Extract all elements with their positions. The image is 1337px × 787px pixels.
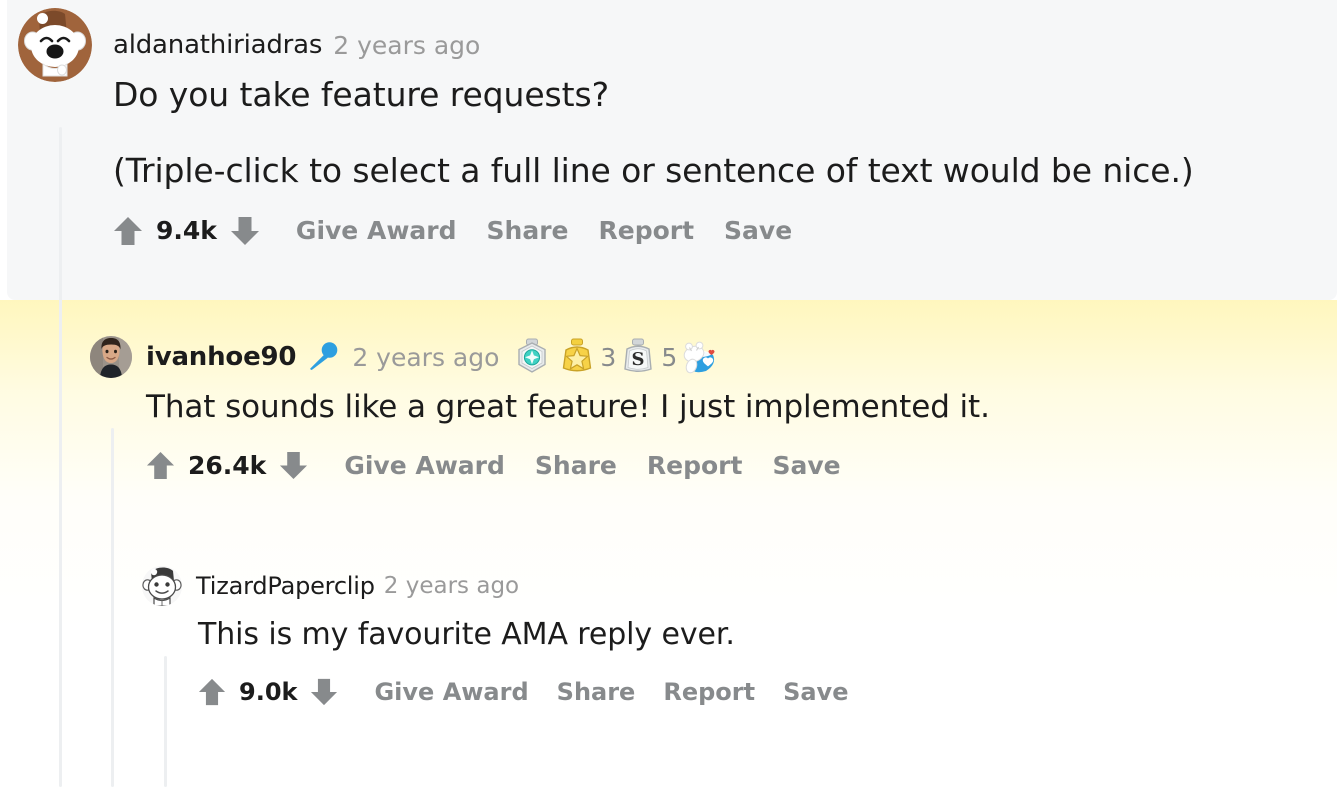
comment-2: ivanhoe90 2 years ago 3 S 5 That sounds …: [90, 336, 1320, 481]
share-button[interactable]: Share: [535, 451, 617, 480]
comment-score: 9.0k: [239, 677, 298, 706]
comment-paragraph: This is my favourite AMA reply ever.: [198, 617, 735, 652]
silver-award-icon[interactable]: S: [621, 338, 655, 376]
comment-3: TizardPaperclip 2 years ago This is my f…: [142, 566, 1322, 707]
report-button[interactable]: Report: [663, 678, 755, 706]
comment-timestamp: 2 years ago: [383, 573, 520, 599]
comment-body: That sounds like a great feature! I just…: [146, 387, 1320, 428]
save-button[interactable]: Save: [783, 678, 848, 706]
comment-timestamp: 2 years ago: [352, 342, 500, 372]
upvote-arrow-icon[interactable]: [113, 215, 143, 247]
give-award-button[interactable]: Give Award: [344, 451, 505, 480]
share-button[interactable]: Share: [557, 678, 636, 706]
comment-1: aldanathiriadras 2 years ago Do you take…: [18, 8, 1318, 247]
comment-timestamp: 2 years ago: [333, 30, 481, 60]
platinum-award-icon[interactable]: [515, 338, 549, 376]
save-button[interactable]: Save: [772, 451, 840, 480]
photo-portrait-avatar: [90, 336, 132, 378]
avatar[interactable]: [90, 336, 132, 378]
comment-body: Do you take feature requests? (Triple-cl…: [113, 73, 1318, 193]
comment-header: TizardPaperclip 2 years ago: [142, 566, 1322, 606]
avatar[interactable]: [18, 8, 92, 82]
comment-actions: 9.4k Give Award Share Report Save: [113, 215, 1318, 247]
share-button[interactable]: Share: [487, 216, 569, 245]
comment-paragraph: That sounds like a great feature! I just…: [146, 389, 990, 425]
comment-header: ivanhoe90 2 years ago 3 S 5: [90, 336, 1320, 378]
svg-text:S: S: [632, 349, 645, 370]
comment-actions: 26.4k Give Award Share Report Save: [146, 450, 1320, 481]
report-button[interactable]: Report: [647, 451, 743, 480]
comment-body: This is my favourite AMA reply ever.: [198, 615, 1322, 655]
comment-paragraph: (Triple-click to select a full line or s…: [113, 150, 1194, 190]
thread-line-depth-2[interactable]: [111, 428, 114, 787]
comment-paragraph: Do you take feature requests?: [113, 75, 609, 114]
comment-author[interactable]: ivanhoe90: [146, 342, 297, 372]
comment-score: 26.4k: [188, 451, 267, 481]
downvote-arrow-icon[interactable]: [279, 450, 308, 481]
comment-author[interactable]: TizardPaperclip: [196, 572, 375, 600]
comment-thread: aldanathiriadras 2 years ago Do you take…: [0, 0, 1337, 787]
upvote-arrow-icon[interactable]: [146, 450, 175, 481]
snoo-brown-hair-avatar: [18, 8, 92, 82]
give-award-button[interactable]: Give Award: [296, 216, 457, 245]
report-button[interactable]: Report: [598, 216, 694, 245]
microphone-badge-icon: [310, 342, 338, 370]
awards-list: 3 S 5: [515, 338, 718, 376]
downvote-arrow-icon[interactable]: [310, 677, 338, 707]
avatar[interactable]: [142, 566, 182, 606]
upvote-arrow-icon[interactable]: [198, 677, 226, 707]
comment-author[interactable]: aldanathiriadras: [113, 30, 322, 60]
wholesome-award-icon[interactable]: [682, 338, 718, 376]
save-button[interactable]: Save: [724, 216, 792, 245]
give-award-button[interactable]: Give Award: [374, 678, 528, 706]
comment-actions: 9.0k Give Award Share Report Save: [198, 677, 1322, 707]
comment-header: aldanathiriadras 2 years ago: [18, 8, 1318, 82]
comment-score: 9.4k: [156, 216, 217, 246]
snoo-grey-hair-avatar: [142, 566, 182, 606]
gold-award-icon[interactable]: [560, 338, 594, 376]
silver-award-count: 5: [661, 342, 678, 372]
downvote-arrow-icon[interactable]: [230, 215, 260, 247]
gold-award-count: 3: [600, 342, 617, 372]
